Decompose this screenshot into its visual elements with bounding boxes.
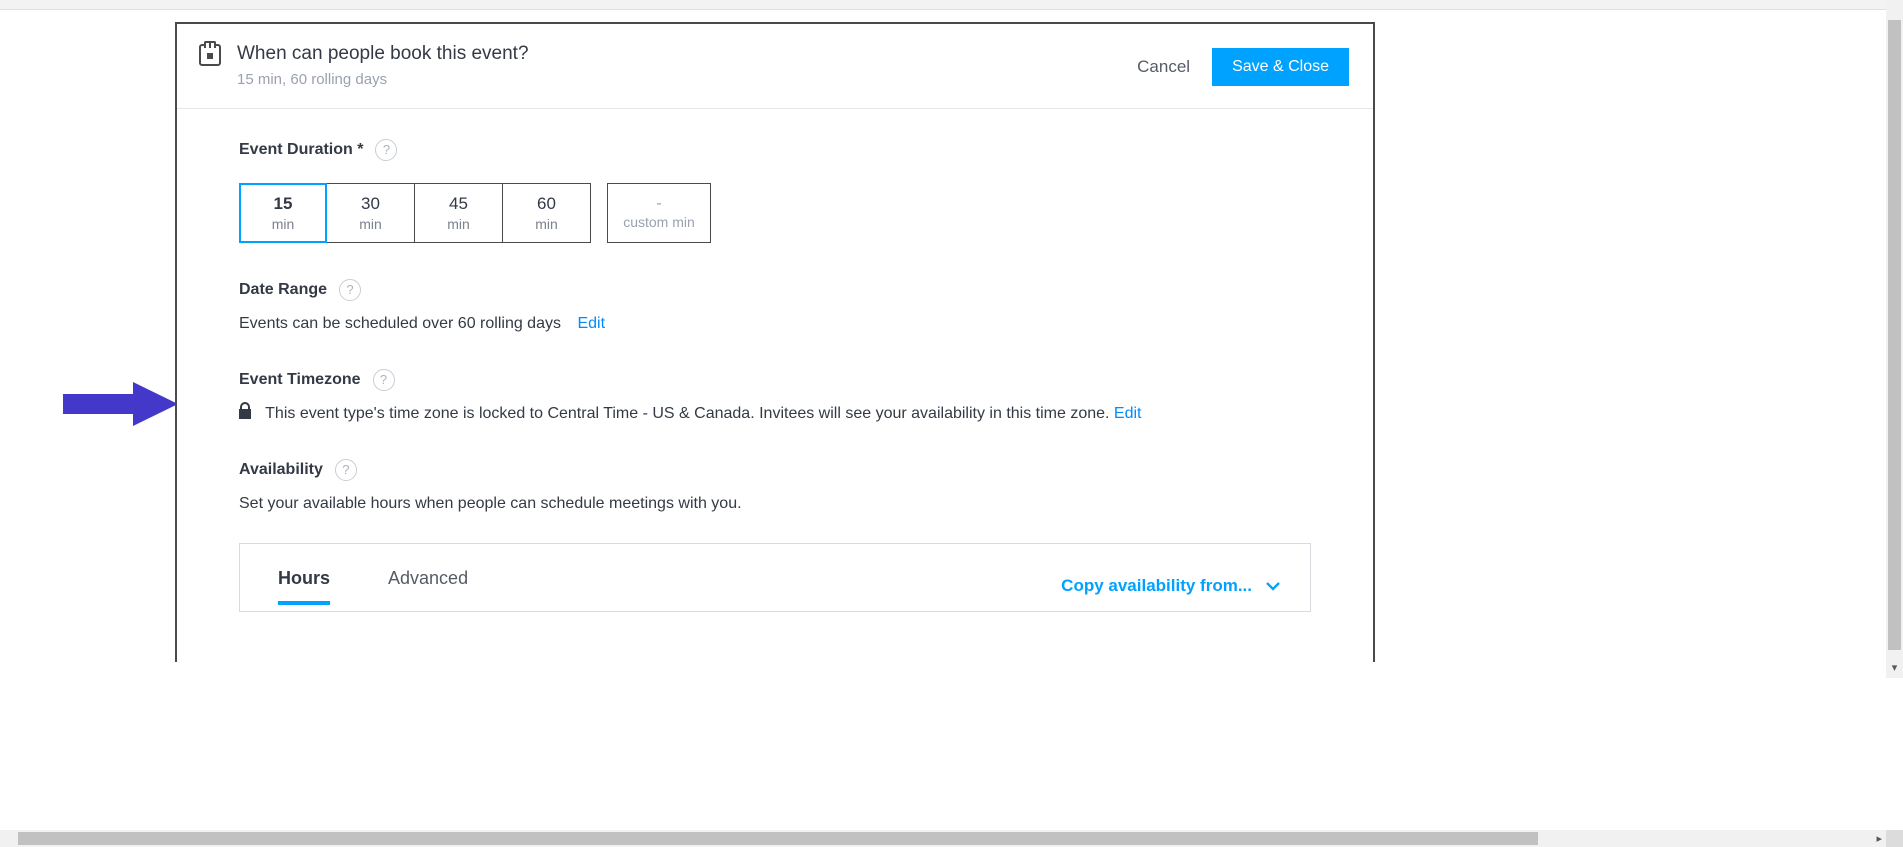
duration-option-30[interactable]: 30 min: [327, 183, 415, 243]
availability-section: Availability ? Set your available hours …: [239, 459, 1311, 612]
custom-label: custom min: [623, 214, 695, 230]
tab-advanced[interactable]: Advanced: [388, 568, 468, 605]
custom-dash: -: [656, 196, 661, 212]
tab-hours[interactable]: Hours: [278, 568, 330, 605]
save-close-button[interactable]: Save & Close: [1212, 48, 1349, 86]
duration-value: 60: [537, 194, 556, 214]
card-title: When can people book this event?: [237, 42, 529, 67]
timezone-text: This event type's time zone is locked to…: [265, 405, 1109, 422]
availability-text: Set your available hours when people can…: [239, 495, 742, 512]
date-range-section: Date Range ? Events can be scheduled ove…: [239, 279, 1311, 333]
booking-settings-card: When can people book this event? 15 min,…: [175, 22, 1375, 662]
card-subtitle: 15 min, 60 rolling days: [237, 71, 529, 88]
date-range-edit-link[interactable]: Edit: [577, 315, 605, 332]
scrollbar-thumb[interactable]: [1888, 20, 1901, 650]
timezone-label: Event Timezone: [239, 371, 361, 389]
chevron-down-icon: [1266, 582, 1280, 591]
date-range-label: Date Range: [239, 281, 327, 299]
duration-value: 45: [449, 194, 468, 214]
help-icon[interactable]: ?: [339, 279, 361, 301]
duration-section: Event Duration * ? 15 min 30 min: [239, 139, 1311, 243]
lock-icon: [239, 409, 251, 419]
scroll-right-arrow-icon[interactable]: ▸: [1876, 830, 1882, 847]
duration-option-15[interactable]: 15 min: [239, 183, 327, 243]
calendar-icon: [199, 44, 221, 66]
duration-unit: min: [359, 216, 382, 232]
scrollbar-thumb[interactable]: [18, 832, 1538, 845]
duration-unit: min: [272, 216, 295, 232]
duration-unit: min: [535, 216, 558, 232]
copy-availability-link[interactable]: Copy availability from...: [1061, 576, 1280, 596]
availability-label: Availability: [239, 461, 323, 479]
duration-value: 30: [361, 194, 380, 214]
vertical-scrollbar[interactable]: ▾: [1886, 0, 1903, 678]
duration-label: Event Duration *: [239, 141, 363, 159]
annotation-arrow-icon: [63, 382, 178, 426]
horizontal-scrollbar[interactable]: ▸: [0, 830, 1886, 847]
help-icon[interactable]: ?: [335, 459, 357, 481]
duration-option-60[interactable]: 60 min: [503, 183, 591, 243]
duration-value: 15: [274, 194, 293, 214]
copy-availability-label: Copy availability from...: [1061, 576, 1252, 596]
top-strip: [0, 0, 1903, 10]
duration-unit: min: [447, 216, 470, 232]
cancel-button[interactable]: Cancel: [1137, 57, 1190, 77]
scroll-down-arrow-icon[interactable]: ▾: [1886, 661, 1903, 674]
scroll-corner: [1886, 830, 1903, 847]
duration-option-45[interactable]: 45 min: [415, 183, 503, 243]
date-range-text: Events can be scheduled over 60 rolling …: [239, 315, 561, 332]
help-icon[interactable]: ?: [373, 369, 395, 391]
help-icon[interactable]: ?: [375, 139, 397, 161]
duration-option-custom[interactable]: - custom min: [607, 183, 711, 243]
timezone-edit-link[interactable]: Edit: [1114, 405, 1142, 422]
availability-box: Hours Advanced Copy availability from...: [239, 543, 1311, 612]
timezone-section: Event Timezone ? This event type's time …: [239, 369, 1311, 423]
card-header: When can people book this event? 15 min,…: [177, 24, 1373, 109]
